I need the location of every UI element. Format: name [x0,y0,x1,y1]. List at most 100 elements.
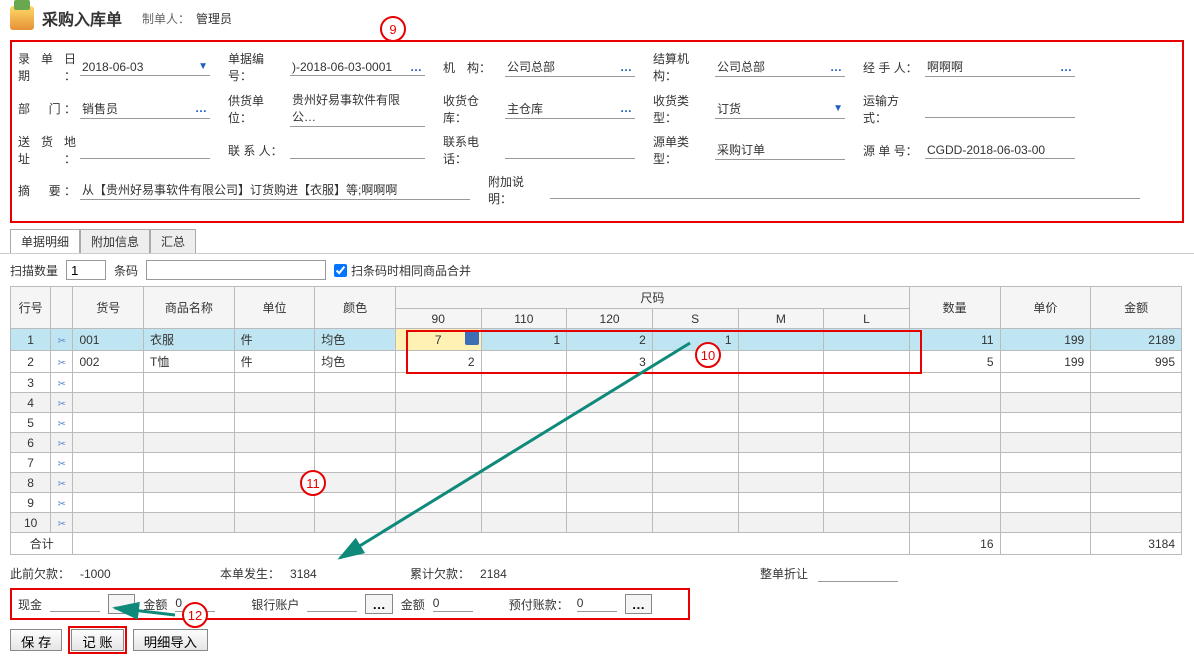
save-button[interactable]: 保 存 [10,629,62,651]
bank-account-field[interactable] [307,596,357,612]
qty-cell[interactable]: 11 [909,329,1000,351]
accum-label: 累计欠款： [410,565,470,582]
prepay-lookup-button[interactable]: … [625,594,652,614]
org-field[interactable]: 公司总部… [505,57,635,77]
cash-lookup-button[interactable]: … [108,594,135,614]
amount-label: 金额 [143,596,167,613]
tabs: 单据明细 附加信息 汇总 [10,229,1194,253]
docno-field[interactable]: )-2018-06-03-0001… [290,58,425,76]
extra-field[interactable] [550,181,1140,199]
scissors-icon: ✂ [58,336,66,347]
handler-field[interactable]: 啊啊啊… [925,57,1075,77]
bank-amount-field[interactable]: 0 [433,596,473,612]
table-row[interactable]: 6✂ [11,433,1182,453]
tab-detail[interactable]: 单据明细 [10,229,80,253]
table-row[interactable]: 8✂ [11,473,1182,493]
qty-cell[interactable]: 5 [909,351,1000,373]
prepay-field[interactable]: 0 [577,596,617,612]
ship-field[interactable] [925,100,1075,118]
app-icon [10,6,34,30]
unit-cell[interactable]: 件 [234,351,315,373]
dropdown-icon: ▼ [833,103,843,114]
table-row[interactable]: 4✂ [11,393,1182,413]
color-cell[interactable]: 均色 [315,351,396,373]
wholedisc-field[interactable] [818,566,898,582]
sku-cell[interactable]: 002 [73,351,144,373]
supplier-label: 供货单位： [228,92,286,126]
srcno-field[interactable]: CGDD-2018-06-03-00 [925,141,1075,159]
name-cell[interactable]: T恤 [143,351,234,373]
grid: 行号 货号 商品名称 单位 颜色 尺码 数量 单价 金额 90 110 120 … [10,286,1184,555]
detail-import-button[interactable]: 明细导入 [133,629,208,651]
price-cell[interactable]: 199 [1000,329,1091,351]
page-title: 采购入库单 [42,6,122,30]
bank-label: 银行账户 [251,596,299,613]
callout-11: 11 [300,470,326,496]
dept-field[interactable]: 销售员… [80,99,210,119]
post-button[interactable]: 记 账 [71,629,123,651]
col-M: M [738,309,824,329]
wholedisc-label: 整单折让 [760,565,808,582]
settle-field[interactable]: 公司总部… [715,57,845,77]
tel-field[interactable] [505,141,635,159]
amount-cell[interactable]: 995 [1091,351,1182,373]
thisdoc-label: 本单发生： [220,565,280,582]
prepay-label: 预付账款： [509,596,569,613]
tel-label: 联系电话： [443,133,501,167]
table-row[interactable]: 10✂ [11,513,1182,533]
contact-field[interactable] [290,141,425,159]
scan-row: 扫描数量 条码 扫条码时相同商品合并 [0,253,1194,286]
col-L: L [824,309,910,329]
ship-label: 运输方式： [863,92,921,126]
dept-label: 部 门： [18,100,76,117]
col-unit: 单位 [234,287,315,329]
scissors-icon: ✂ [58,358,66,369]
warehouse-field[interactable]: 主仓库… [505,99,635,119]
recvtype-field[interactable]: 订货▼ [715,99,845,119]
tab-extra[interactable]: 附加信息 [80,229,150,253]
col-price: 单价 [1000,287,1091,329]
col-S: S [652,309,738,329]
table-row[interactable]: 7✂ [11,453,1182,473]
table-row[interactable]: 3✂ [11,373,1182,393]
col-sku: 货号 [73,287,144,329]
sku-cell[interactable]: 001 [73,329,144,351]
name-cell[interactable]: 衣服 [143,329,234,351]
total-label: 合计 [11,533,73,555]
date-field[interactable]: 2018-06-03▼ [80,58,210,76]
col-110: 110 [481,309,567,329]
accum-value: 2184 [480,567,540,581]
merge-checkbox-wrap[interactable]: 扫条码时相同商品合并 [334,262,471,279]
table-row[interactable]: 9✂ [11,493,1182,513]
prevdebt-label: 此前欠款： [10,565,70,582]
extra-label: 附加说明： [488,173,546,207]
ellipsis-icon: … [620,60,633,74]
table-row[interactable]: 5✂ [11,413,1182,433]
scan-qty-input[interactable] [66,260,106,280]
color-cell[interactable]: 均色 [315,329,396,351]
callout-9: 9 [380,16,406,42]
title-bar: 采购入库单 制单人： 管理员 [0,0,1194,36]
supplier-field[interactable]: 贵州好易事软件有限公… [290,90,425,127]
col-color: 颜色 [315,287,396,329]
tab-summary[interactable]: 汇总 [150,229,196,253]
addr-field[interactable] [80,141,210,159]
summary-field[interactable]: 从【贵州好易事软件有限公司】订货购进【衣服】等;啊啊啊 [80,180,470,200]
scissors-icon: ✂ [58,499,66,510]
callout-box-10 [406,330,922,374]
unit-cell[interactable]: 件 [234,329,315,351]
bank-lookup-button[interactable]: … [365,594,392,614]
callout-12: 12 [182,602,208,628]
barcode-input[interactable] [146,260,326,280]
merge-checkbox[interactable] [334,264,347,277]
cash-account-field[interactable] [50,596,100,612]
scissors-icon: ✂ [58,379,66,390]
amount-cell[interactable]: 2189 [1091,329,1182,351]
srcno-label: 源 单 号： [863,142,921,159]
price-cell[interactable]: 199 [1000,351,1091,373]
dropdown-icon: ▼ [198,61,208,72]
maker-value: 管理员 [196,10,232,27]
handler-label: 经 手 人： [863,59,921,76]
srctype-field[interactable]: 采购订单 [715,140,845,160]
addr-label: 送货地址： [18,133,76,167]
